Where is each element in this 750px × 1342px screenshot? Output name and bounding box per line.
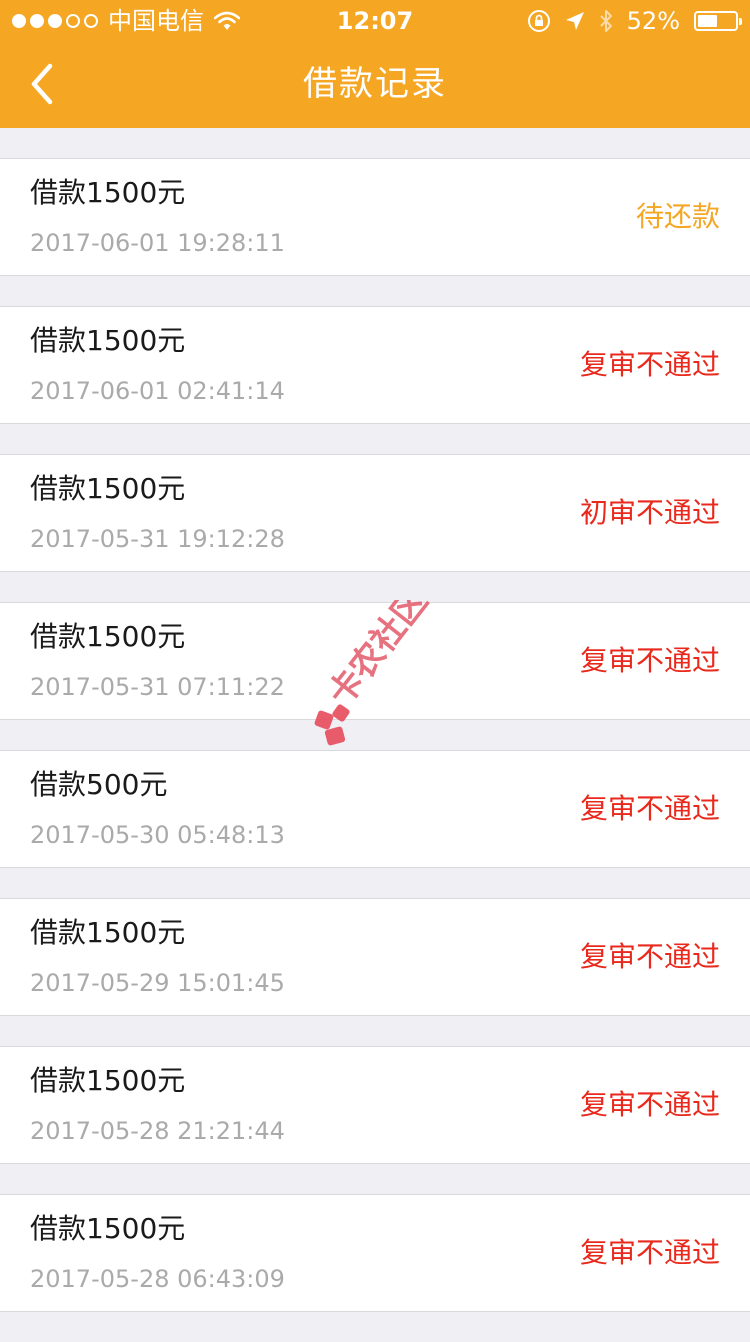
loan-status: 初审不通过 [579,496,720,529]
orientation-lock-icon [527,10,550,32]
loan-amount-title: 借款500元 [30,768,168,801]
loan-status: 复审不通过 [579,792,720,825]
loan-status: 待还款 [635,200,720,233]
battery-percentage: 52% [626,7,680,35]
loan-record-row[interactable]: 借款1500元 2017-06-01 02:41:14 复审不通过 [0,306,750,424]
loan-status: 复审不通过 [579,940,720,973]
status-bar: 中国电信 12:07 52% [0,0,750,40]
loan-record-row[interactable]: 借款1500元 2017-05-28 21:21:44 复审不通过 [0,1046,750,1164]
loan-record-row[interactable]: 借款1500元 2017-06-01 19:28:11 待还款 [0,158,750,276]
loan-amount-title: 借款1500元 [30,176,186,209]
loan-timestamp: 2017-05-29 15:01:45 [30,969,285,997]
loan-timestamp: 2017-05-28 21:21:44 [30,1117,285,1145]
loan-record-list: 借款1500元 2017-06-01 19:28:11 待还款 借款1500元 2017… [0,158,750,1342]
loan-record-row[interactable]: 借款1500元 2017-05-31 19:12:28 初审不通过 [0,454,750,572]
battery-fill [698,15,717,27]
loan-record-row[interactable]: 借款1500元 2017-05-28 06:43:09 复审不通过 [0,1194,750,1312]
loan-amount-title: 借款1500元 [30,620,186,653]
loan-record-row[interactable]: 借款1500元 2017-05-31 07:11:22 复审不通过 [0,602,750,720]
loan-timestamp: 2017-05-31 19:12:28 [30,525,285,553]
loan-status: 复审不通过 [579,644,720,677]
location-arrow-icon [565,12,584,30]
battery-icon [694,11,742,31]
loan-timestamp: 2017-05-31 07:11:22 [30,673,285,701]
loan-amount-title: 借款1500元 [30,472,186,505]
loan-timestamp: 2017-05-28 06:43:09 [30,1265,285,1293]
loan-timestamp: 2017-06-01 02:41:14 [30,377,285,405]
status-right: 52% [527,6,742,36]
loan-amount-title: 借款1500元 [30,916,186,949]
bluetooth-icon [599,10,612,32]
loan-amount-title: 借款1500元 [30,1212,186,1245]
loan-status: 复审不通过 [579,348,720,381]
loan-status: 复审不通过 [579,1088,720,1121]
loan-record-row[interactable]: 借款500元 2017-05-30 05:48:13 复审不通过 [0,750,750,868]
page-title: 借款记录 [303,64,447,104]
loan-amount-title: 借款1500元 [30,1064,186,1097]
loan-timestamp: 2017-06-01 19:28:11 [30,229,285,257]
loan-status: 复审不通过 [579,1236,720,1269]
header-bar: 中国电信 12:07 52% 借款记录 [0,0,750,128]
loan-timestamp: 2017-05-30 05:48:13 [30,821,285,849]
loan-record-row[interactable]: 借款1500元 2017-05-29 15:01:45 复审不通过 [0,898,750,1016]
loan-amount-title: 借款1500元 [30,324,186,357]
